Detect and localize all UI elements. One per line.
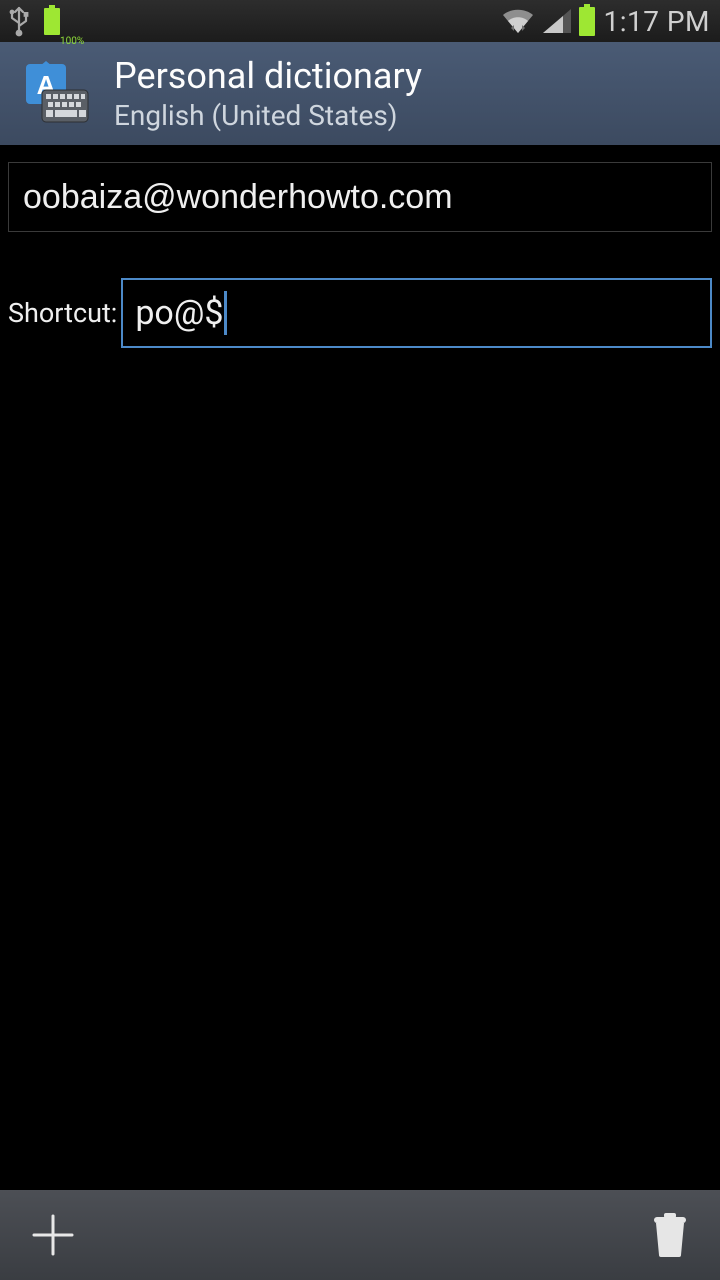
action-bar — [0, 1190, 720, 1280]
shortcut-input[interactable]: po@$ — [121, 278, 712, 348]
usb-icon — [6, 4, 32, 38]
battery-small-icon: 100% — [42, 5, 86, 37]
status-left: 100% — [6, 4, 86, 38]
status-bar: 100% 1:17 PM — [0, 0, 720, 42]
add-button[interactable] — [0, 1210, 610, 1260]
status-right: 1:17 PM — [501, 4, 714, 38]
delete-button[interactable] — [610, 1211, 720, 1259]
page-title: Personal dictionary — [114, 55, 422, 97]
battery-percent-text: 100% — [60, 36, 84, 47]
signal-icon — [541, 7, 571, 35]
content-area: Shortcut: po@$ — [0, 146, 720, 1190]
wifi-icon — [501, 7, 535, 35]
battery-large-icon — [577, 4, 597, 38]
page-subtitle: English (United States) — [114, 99, 422, 132]
text-caret — [224, 291, 227, 335]
status-time: 1:17 PM — [603, 5, 714, 38]
shortcut-value: po@$ — [135, 293, 223, 333]
trash-icon — [650, 1211, 690, 1259]
dictionary-keyboard-icon: A — [20, 58, 92, 130]
plus-icon — [28, 1210, 78, 1260]
word-input[interactable] — [8, 162, 712, 232]
header-text: Personal dictionary English (United Stat… — [114, 55, 422, 132]
shortcut-label: Shortcut: — [8, 297, 117, 329]
app-header: A Personal dictionary English (United St… — [0, 42, 720, 146]
shortcut-row: Shortcut: po@$ — [8, 278, 712, 348]
